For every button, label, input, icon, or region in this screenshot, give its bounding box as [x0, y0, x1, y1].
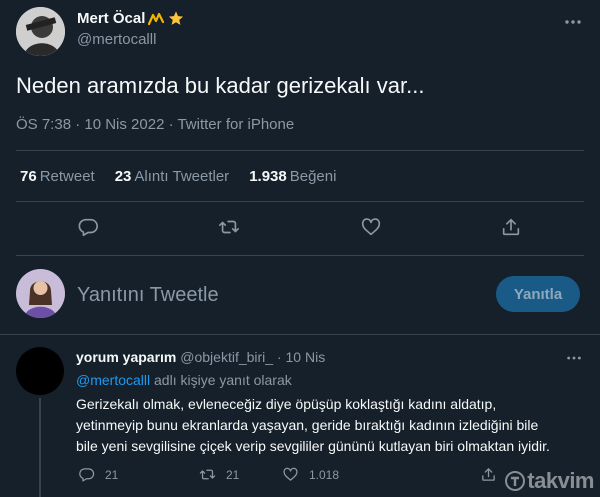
- stat-retweets[interactable]: 76 Retweet: [20, 168, 95, 185]
- share-icon[interactable]: [500, 216, 522, 238]
- watermark: takvim: [505, 468, 594, 494]
- replying-to-link[interactable]: @mertocalll: [76, 372, 150, 388]
- reply-retweet-button[interactable]: 21: [199, 466, 239, 483]
- reply-line: Gerizekalı olmak, evleneceğiz diye öpüşü…: [76, 396, 497, 412]
- stat-quotes[interactable]: 23 Alıntı Tweetler: [115, 168, 229, 185]
- wave-emoji-icon: [148, 12, 165, 26]
- watermark-logo-icon: [505, 471, 526, 491]
- reply-reply-button[interactable]: 21: [78, 466, 118, 483]
- reply-author-handle[interactable]: @objektif_biri_: [180, 349, 273, 365]
- reply-date[interactable]: · 10 Nis: [277, 349, 325, 365]
- replying-to-text: adlı kişiye yanıt olarak: [154, 372, 292, 388]
- divider: [16, 255, 584, 256]
- reply-line: yetinmeyip bunu ekranlarda yaşayan, geri…: [76, 417, 539, 433]
- reply-icon[interactable]: [77, 216, 99, 238]
- like-count: 1.018: [309, 467, 340, 482]
- retweet-icon: [199, 466, 216, 483]
- star-emoji-icon: [167, 10, 185, 27]
- reply-line: bile yeni sevgilisine çiçek verip sevgil…: [76, 438, 550, 454]
- reply-button[interactable]: Yanıtla: [496, 276, 580, 312]
- reply-icon: [78, 466, 95, 483]
- tweet-text: Neden aramızda bu kadar gerizekalı var..…: [16, 73, 425, 98]
- stat-likes[interactable]: 1.938 Beğeni: [249, 168, 336, 185]
- watermark-text: takvim: [527, 468, 594, 493]
- divider: [16, 150, 584, 151]
- reply-input[interactable]: Yanıtını Tweetle: [77, 284, 219, 307]
- reply-more-options-icon[interactable]: [566, 350, 582, 366]
- retweet-icon[interactable]: [218, 216, 240, 238]
- tweet-stats: 76 Retweet 23 Alıntı Tweetler 1.938 Beğeni: [20, 168, 336, 185]
- reply-count: 21: [105, 467, 119, 482]
- tweet-meta[interactable]: ÖS 7:38 · 10 Nis 2022 · Twitter for iPho…: [16, 116, 294, 133]
- like-icon: [282, 466, 299, 483]
- reply-like-button[interactable]: 1.018: [282, 466, 339, 483]
- user-avatar[interactable]: [16, 269, 65, 318]
- author-name[interactable]: Mert Öcal: [77, 10, 145, 27]
- retweet-count: 21: [226, 467, 240, 482]
- reply-author-avatar[interactable]: [16, 347, 64, 395]
- author-handle[interactable]: @mertocalll: [77, 31, 156, 48]
- thread-line: [39, 398, 41, 497]
- reply-tweet-text: Gerizekalı olmak, evleneceğiz diye öpüşü…: [76, 394, 586, 457]
- reply-share-button[interactable]: [480, 466, 497, 483]
- share-icon: [480, 466, 497, 483]
- author-avatar[interactable]: [16, 7, 65, 56]
- tweet-actions: [0, 216, 600, 240]
- reply-author-name[interactable]: yorum yaparım: [76, 349, 176, 365]
- divider: [0, 334, 600, 335]
- more-options-icon[interactable]: [564, 13, 582, 31]
- divider: [16, 201, 584, 202]
- like-icon[interactable]: [360, 216, 382, 238]
